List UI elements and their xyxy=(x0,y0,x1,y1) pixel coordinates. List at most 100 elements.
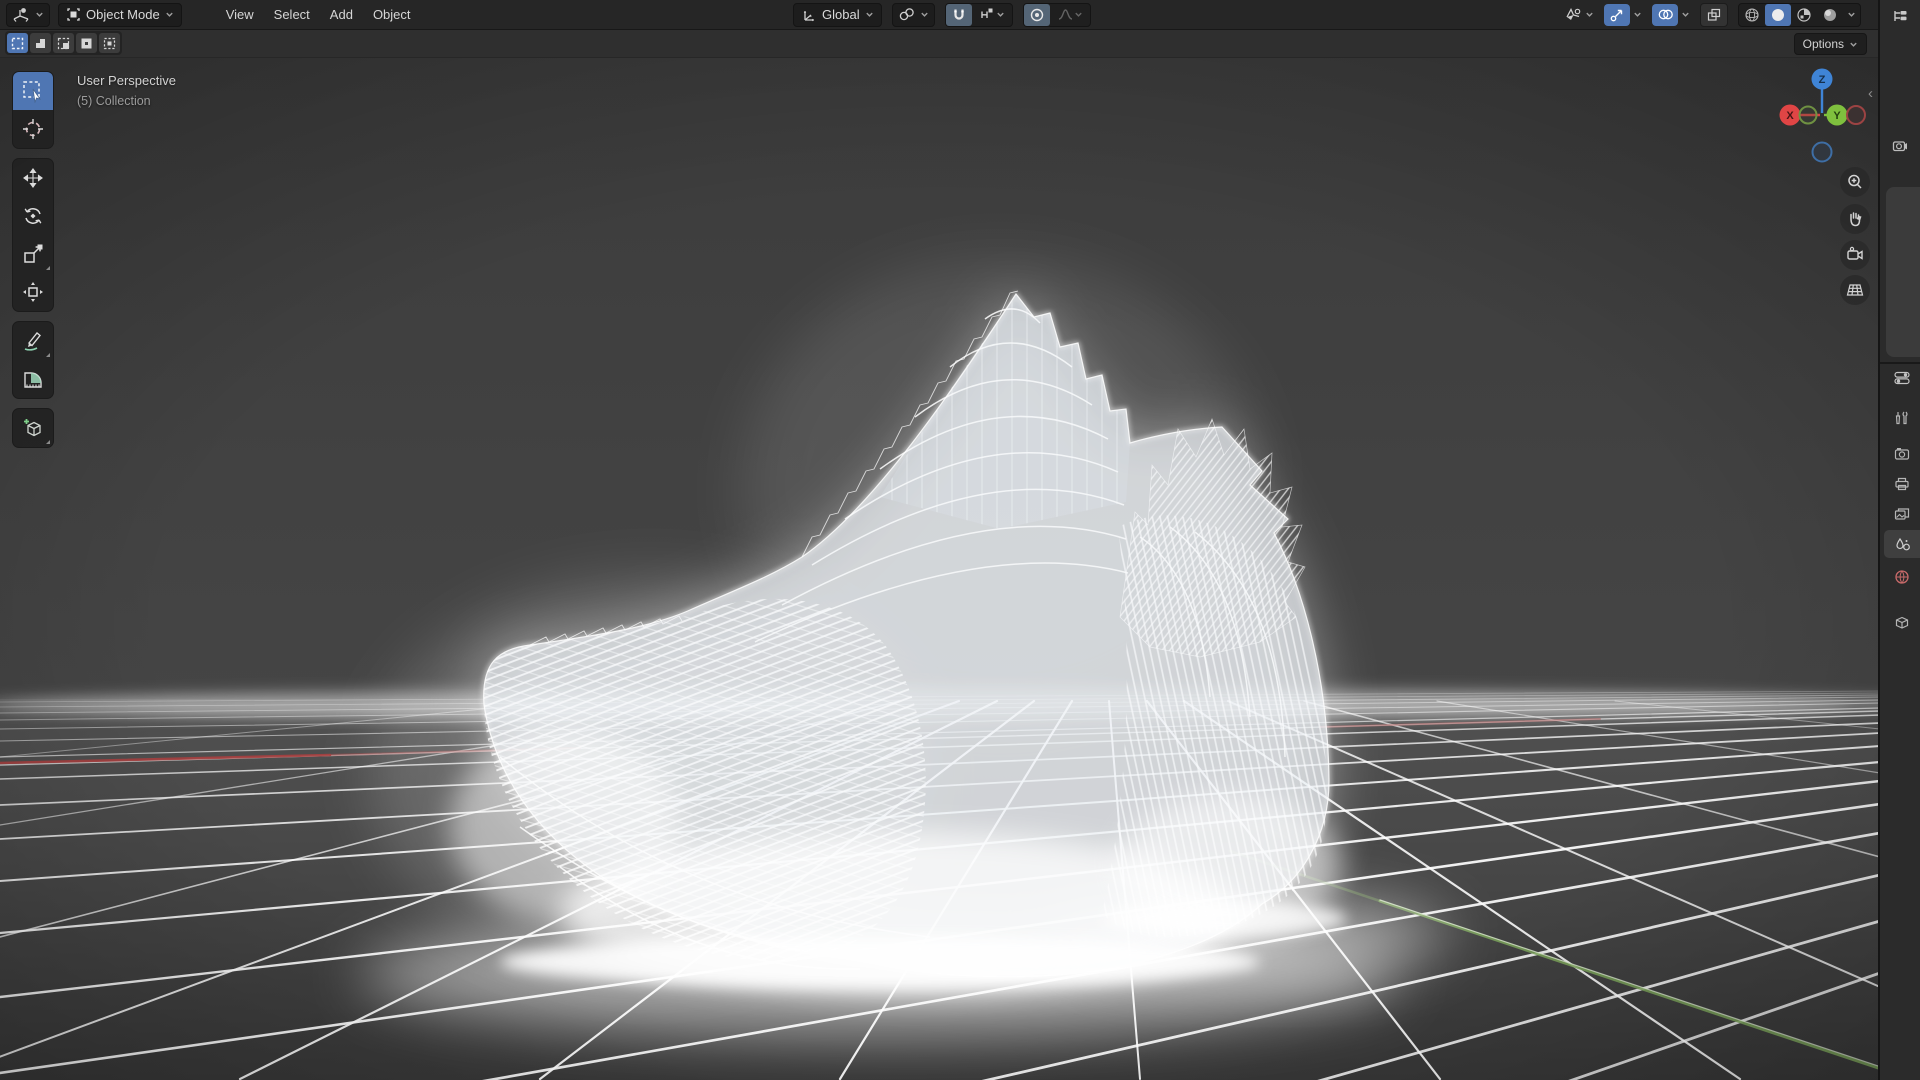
tool-select-box[interactable] xyxy=(13,72,53,110)
proportional-falloff-dropdown[interactable] xyxy=(1050,4,1090,26)
editor-scrollbar[interactable] xyxy=(1886,187,1920,357)
tab-tool[interactable] xyxy=(1884,404,1920,432)
editor-type-dropdown[interactable] xyxy=(6,3,50,27)
tool-rotate[interactable] xyxy=(13,197,53,235)
camera-view-button[interactable] xyxy=(1840,240,1870,270)
gizmo-arrow-icon xyxy=(1609,7,1625,23)
mode-dropdown[interactable]: Object Mode xyxy=(58,3,182,27)
rotate-icon xyxy=(21,204,45,228)
show-overlays-toggle[interactable] xyxy=(1652,4,1678,26)
select-mode-intersect[interactable] xyxy=(99,33,120,53)
properties-editor-icon[interactable] xyxy=(1884,364,1920,392)
wireframe-sphere-icon xyxy=(1744,7,1760,23)
pivot-point-icon xyxy=(898,7,915,22)
collection-label: (5) Collection xyxy=(77,91,176,112)
tool-add-cube[interactable] xyxy=(13,409,53,447)
snap-increment-icon xyxy=(979,7,996,22)
overlays-icon xyxy=(1657,7,1674,22)
options-label: Options xyxy=(1803,37,1844,51)
grid-perspective-icon xyxy=(1845,280,1865,300)
3d-viewport-editor-icon xyxy=(12,7,30,23)
options-dropdown[interactable]: Options xyxy=(1794,33,1867,55)
show-gizmo-toggle[interactable] xyxy=(1604,4,1630,26)
select-mode-group xyxy=(5,31,122,55)
tool-move[interactable] xyxy=(13,159,53,197)
camera-object-icon[interactable] xyxy=(1891,138,1909,159)
tool-measure[interactable] xyxy=(13,360,53,398)
gizmo-x-label: X xyxy=(1786,110,1794,122)
zoom-button[interactable] xyxy=(1840,167,1870,197)
gizmo-neg-z-axis[interactable] xyxy=(1813,143,1832,162)
gizmo-neg-x-axis[interactable] xyxy=(1847,106,1865,124)
tab-render[interactable] xyxy=(1884,440,1920,468)
select-mode-invert[interactable] xyxy=(76,33,97,53)
visibility-eye-icon xyxy=(1564,7,1582,23)
snap-toggle[interactable] xyxy=(946,4,972,26)
magnet-icon xyxy=(951,7,967,23)
annotate-pen-icon xyxy=(21,329,45,353)
shading-mode-group xyxy=(1738,3,1861,27)
shading-rendered[interactable] xyxy=(1817,4,1843,26)
menu-add[interactable]: Add xyxy=(320,0,363,29)
solid-sphere-icon xyxy=(1770,7,1786,23)
rendered-sphere-icon xyxy=(1822,7,1838,23)
select-mode-extend[interactable] xyxy=(30,33,51,53)
shading-solid[interactable] xyxy=(1765,4,1791,26)
xray-icon xyxy=(1706,7,1722,23)
move-icon xyxy=(21,166,45,190)
tab-scene[interactable] xyxy=(1884,530,1920,558)
menu-select[interactable]: Select xyxy=(264,0,320,29)
select-box-icon xyxy=(21,79,45,103)
tool-annotate[interactable] xyxy=(13,322,53,360)
measure-icon xyxy=(21,367,45,391)
mode-label: Object Mode xyxy=(86,7,160,22)
material-sphere-icon xyxy=(1796,7,1812,23)
blender-window: User Perspective (5) Collection xyxy=(0,0,1920,1080)
menu-object[interactable]: Object xyxy=(363,0,421,29)
3d-cursor-icon xyxy=(21,117,45,141)
orientation-axes-icon xyxy=(801,7,817,23)
xray-toggle[interactable] xyxy=(1700,3,1728,27)
tool-settings-bar: Options xyxy=(0,29,1880,58)
show-object-types-dropdown[interactable] xyxy=(1564,7,1594,23)
tab-view-layer[interactable] xyxy=(1884,500,1920,528)
pivot-point-dropdown[interactable] xyxy=(892,3,935,27)
falloff-curve-icon xyxy=(1057,7,1074,22)
tab-object[interactable] xyxy=(1884,608,1920,636)
shading-wireframe[interactable] xyxy=(1739,4,1765,26)
tab-world[interactable] xyxy=(1884,563,1920,591)
toggle-orthographic-button[interactable] xyxy=(1840,275,1870,305)
navigation-gizmo[interactable]: Z X Y xyxy=(1774,67,1870,168)
pan-button[interactable] xyxy=(1840,204,1870,234)
viewport-scene xyxy=(0,57,1880,1080)
menu-view[interactable]: View xyxy=(216,0,264,29)
3d-viewport[interactable]: User Perspective (5) Collection xyxy=(0,57,1880,1080)
viewport-header: Object Mode View Select Add Object Globa… xyxy=(0,0,1880,30)
viewport-overlay-text: User Perspective (5) Collection xyxy=(77,70,176,112)
transform-orientation-dropdown[interactable]: Global xyxy=(793,3,882,27)
tool-scale[interactable] xyxy=(13,235,53,273)
orientation-label: Global xyxy=(822,7,860,22)
gizmo-z-label: Z xyxy=(1819,74,1826,86)
object-mode-icon xyxy=(66,7,81,22)
toolbar xyxy=(12,71,54,448)
select-mode-subtract[interactable] xyxy=(53,33,74,53)
scale-icon xyxy=(21,242,45,266)
proportional-editing-icon xyxy=(1029,7,1045,23)
side-editor-strip xyxy=(1878,0,1920,1080)
gizmo-neg-y-axis[interactable] xyxy=(1800,107,1817,124)
magnifier-plus-icon xyxy=(1846,173,1864,191)
hand-icon xyxy=(1846,210,1864,228)
collapse-panel-chevron[interactable]: ‹ xyxy=(1868,85,1873,102)
shading-material-preview[interactable] xyxy=(1791,4,1817,26)
gizmo-y-label: Y xyxy=(1833,110,1841,122)
tool-transform[interactable] xyxy=(13,273,53,311)
select-mode-set[interactable] xyxy=(7,33,28,53)
proportional-editing-toggle[interactable] xyxy=(1024,4,1050,26)
view-name-label: User Perspective xyxy=(77,70,176,91)
outliner-editor-icon[interactable] xyxy=(1890,8,1910,31)
add-cube-icon xyxy=(21,416,45,440)
tool-cursor[interactable] xyxy=(13,110,53,148)
tab-output[interactable] xyxy=(1884,470,1920,498)
snap-with-dropdown[interactable] xyxy=(972,4,1012,26)
